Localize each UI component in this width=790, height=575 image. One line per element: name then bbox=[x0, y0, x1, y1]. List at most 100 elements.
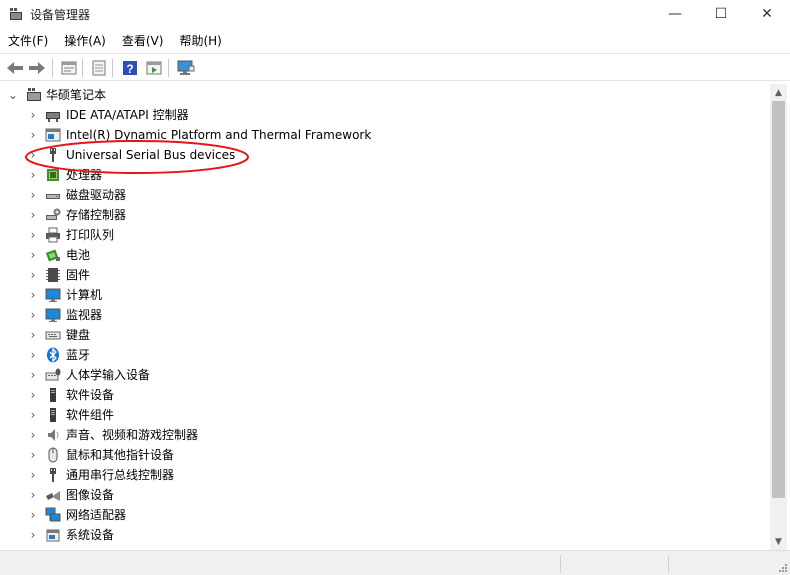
status-divider bbox=[560, 555, 561, 573]
tree-item-label: 系统设备 bbox=[66, 528, 115, 542]
minimize-button[interactable]: — bbox=[652, 0, 698, 28]
minimize-icon: — bbox=[668, 6, 682, 22]
tree-item-bluetooth[interactable]: › 蓝牙 bbox=[0, 345, 770, 365]
firmware-icon bbox=[46, 268, 60, 282]
expand-chevron-icon[interactable]: › bbox=[28, 408, 38, 422]
monitor-icon bbox=[45, 308, 61, 322]
expand-chevron-icon[interactable]: › bbox=[28, 488, 38, 502]
tree-item-processor[interactable]: › 处理器 bbox=[0, 165, 770, 185]
menu-file[interactable]: 文件(F) bbox=[0, 30, 56, 52]
tree-item-network-adapter[interactable]: › 网络适配器 bbox=[0, 505, 770, 525]
tree-item-mouse[interactable]: › 鼠标和其他指针设备 bbox=[0, 445, 770, 465]
tree-item-usb-controller[interactable]: › 通用串行总线控制器 bbox=[0, 465, 770, 485]
close-button[interactable]: ✕ bbox=[744, 0, 790, 28]
tree-item-firmware[interactable]: › 固件 bbox=[0, 265, 770, 285]
help-icon: ? bbox=[123, 61, 137, 76]
expand-chevron-icon[interactable]: › bbox=[28, 188, 38, 202]
tree-item-battery[interactable]: › 电池 bbox=[0, 245, 770, 265]
processor-icon bbox=[47, 169, 59, 181]
expand-chevron-icon[interactable]: › bbox=[28, 508, 38, 522]
tree-item-ide-controller[interactable]: › IDE ATA/ATAPI 控制器 bbox=[0, 105, 770, 125]
tree-item-intel-framework[interactable]: › Intel(R) Dynamic Platform and Thermal … bbox=[0, 125, 770, 145]
help-button[interactable]: ? bbox=[120, 58, 140, 78]
software-component-icon bbox=[50, 408, 56, 422]
tree-item-label: 通用串行总线控制器 bbox=[66, 468, 175, 482]
update-driver-button[interactable] bbox=[89, 58, 109, 78]
expand-chevron-icon[interactable]: › bbox=[28, 308, 38, 322]
tree-item-computer[interactable]: › 计算机 bbox=[0, 285, 770, 305]
expand-chevron-icon[interactable]: › bbox=[28, 348, 38, 362]
expand-chevron-icon[interactable]: › bbox=[28, 228, 38, 242]
maximize-button[interactable]: ☐ bbox=[698, 0, 744, 28]
status-bar bbox=[0, 550, 790, 575]
menu-help[interactable]: 帮助(H) bbox=[171, 30, 229, 52]
expand-chevron-icon[interactable]: › bbox=[28, 388, 38, 402]
menu-view[interactable]: 查看(V) bbox=[114, 30, 172, 52]
scrollbar-thumb[interactable] bbox=[772, 101, 785, 498]
tree-item-storage-controller[interactable]: › 存储控制器 bbox=[0, 205, 770, 225]
disk-drive-icon bbox=[46, 194, 60, 199]
tree-item-label: 图像设备 bbox=[66, 488, 115, 502]
expand-chevron-icon[interactable]: › bbox=[28, 448, 38, 462]
expand-chevron-icon[interactable]: › bbox=[28, 528, 38, 542]
tree-root[interactable]: ⌄ 华硕笔记本 bbox=[0, 85, 770, 105]
tree-item-disk-drive[interactable]: › 磁盘驱动器 bbox=[0, 185, 770, 205]
tree-item-label: Intel(R) Dynamic Platform and Thermal Fr… bbox=[66, 128, 372, 142]
expand-chevron-icon[interactable]: › bbox=[28, 468, 38, 482]
tree-item-label: 键盘 bbox=[66, 328, 91, 342]
hid-icon bbox=[45, 368, 61, 381]
run-icon bbox=[146, 61, 162, 75]
expand-chevron-icon[interactable]: › bbox=[28, 428, 38, 442]
toolbar-separator bbox=[112, 59, 113, 77]
expand-chevron-icon[interactable]: › bbox=[28, 248, 38, 262]
back-button[interactable] bbox=[5, 58, 25, 78]
tree-item-label: 计算机 bbox=[66, 288, 103, 302]
title-bar: 设备管理器 — ☐ ✕ bbox=[0, 0, 790, 28]
network-adapter-icon bbox=[45, 507, 61, 522]
forward-arrow-icon bbox=[29, 62, 45, 74]
scroll-up-arrow-icon[interactable]: ▲ bbox=[770, 84, 787, 101]
scroll-down-arrow-icon[interactable]: ▼ bbox=[770, 533, 787, 550]
tree-item-monitor[interactable]: › 监视器 bbox=[0, 305, 770, 325]
toolbar: ? bbox=[0, 53, 790, 81]
update-driver-icon bbox=[92, 60, 106, 76]
usb-controller-icon bbox=[50, 468, 56, 482]
expand-chevron-icon[interactable]: › bbox=[28, 328, 38, 342]
tree-item-usb-devices[interactable]: › Universal Serial Bus devices bbox=[0, 145, 770, 165]
tree-item-software-device[interactable]: › 软件设备 bbox=[0, 385, 770, 405]
tree-item-label: 鼠标和其他指针设备 bbox=[66, 448, 175, 462]
software-device-icon bbox=[50, 388, 56, 402]
printer-icon bbox=[46, 227, 60, 243]
expand-chevron-icon[interactable]: › bbox=[28, 148, 38, 162]
expand-chevron-icon[interactable]: › bbox=[28, 168, 38, 182]
scan-hardware-button[interactable] bbox=[176, 58, 196, 78]
toolbar-separator bbox=[168, 59, 169, 77]
back-arrow-icon bbox=[7, 62, 23, 74]
vertical-scrollbar[interactable]: ▲ ▼ bbox=[770, 84, 787, 550]
tree-item-software-component[interactable]: › 软件组件 bbox=[0, 405, 770, 425]
bluetooth-icon bbox=[47, 347, 59, 363]
usb-plug-icon bbox=[50, 148, 56, 162]
resize-grip-icon[interactable] bbox=[777, 562, 787, 572]
tree-item-label: 磁盘驱动器 bbox=[66, 188, 127, 202]
expand-chevron-icon[interactable]: › bbox=[28, 208, 38, 222]
ide-controller-icon bbox=[46, 112, 60, 122]
expand-chevron-icon[interactable]: › bbox=[28, 128, 38, 142]
tree-item-imaging[interactable]: › 图像设备 bbox=[0, 485, 770, 505]
expand-chevron-icon[interactable]: › bbox=[28, 108, 38, 122]
tree-item-printer[interactable]: › 打印队列 bbox=[0, 225, 770, 245]
properties-button[interactable] bbox=[59, 58, 79, 78]
tree-item-keyboard[interactable]: › 键盘 bbox=[0, 325, 770, 345]
device-manager-icon bbox=[10, 8, 22, 20]
run-button[interactable] bbox=[144, 58, 164, 78]
tree-item-hid[interactable]: › 人体学输入设备 bbox=[0, 365, 770, 385]
tree-item-system-device[interactable]: › 系统设备 bbox=[0, 525, 770, 545]
expand-chevron-icon[interactable]: › bbox=[28, 288, 38, 302]
menu-action[interactable]: 操作(A) bbox=[56, 30, 114, 52]
tree-item-sound-video-game[interactable]: › 声音、视频和游戏控制器 bbox=[0, 425, 770, 445]
mouse-icon bbox=[48, 447, 58, 463]
expand-chevron-icon[interactable]: › bbox=[28, 368, 38, 382]
collapse-chevron-icon[interactable]: ⌄ bbox=[8, 88, 18, 102]
forward-button[interactable] bbox=[27, 58, 47, 78]
expand-chevron-icon[interactable]: › bbox=[28, 268, 38, 282]
